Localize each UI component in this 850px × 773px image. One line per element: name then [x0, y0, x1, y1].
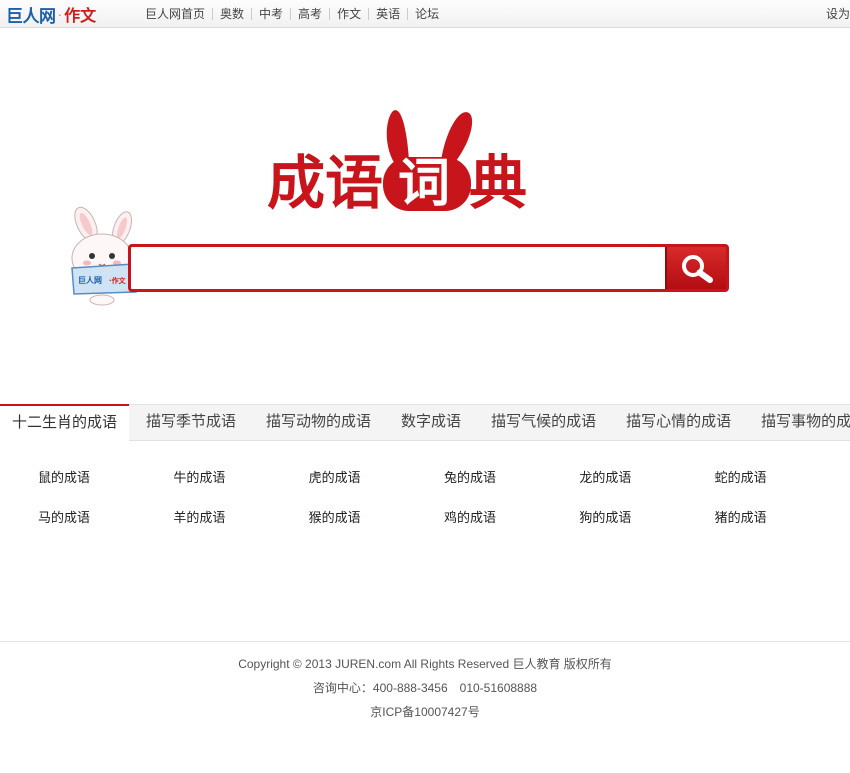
nav-link-home[interactable]: 巨人网首页 — [138, 8, 212, 20]
footer: Copyright © 2013 JUREN.com All Rights Re… — [0, 641, 850, 773]
nav-link-olympiad-math[interactable]: 奥数 — [212, 8, 251, 20]
list-item[interactable]: 猪的成语 — [715, 508, 850, 548]
brand-sub: 作文 — [64, 8, 97, 25]
search-input[interactable] — [131, 247, 665, 289]
tab-mood-idioms[interactable]: 描写心情的成语 — [617, 405, 740, 441]
tab-number-idioms[interactable]: 数字成语 — [392, 405, 470, 441]
list-item[interactable]: 猴的成语 — [309, 508, 444, 548]
logo-char-3: 词 — [398, 154, 450, 214]
nav-link-english[interactable]: 英语 — [368, 8, 407, 20]
hotline-number-1: 400-888-3456 — [372, 681, 448, 695]
list-item[interactable]: 羊的成语 — [173, 508, 308, 548]
zodiac-idiom-list: 鼠的成语 牛的成语 虎的成语 兔的成语 龙的成语 蛇的成语 马的成语 羊的成语 … — [38, 468, 850, 548]
list-item[interactable]: 兔的成语 — [444, 468, 579, 508]
list-item[interactable]: 虎的成语 — [309, 468, 444, 508]
copyright-text: Copyright © 2013 JUREN.com All Rights Re… — [238, 657, 612, 671]
tab-object-idioms[interactable]: 描写事物的成语 — [752, 405, 850, 441]
brand-main: 巨人网 — [6, 6, 56, 26]
icp-record[interactable]: 京ICP备10007427号 — [0, 700, 850, 724]
list-row: 马的成语 羊的成语 猴的成语 鸡的成语 狗的成语 猪的成语 — [38, 508, 850, 548]
list-row: 鼠的成语 牛的成语 虎的成语 兔的成语 龙的成语 蛇的成语 — [38, 468, 850, 508]
top-bar: 巨人网 · 作文 巨人网首页 奥数 中考 高考 作文 英语 论坛 设为 — [0, 0, 850, 28]
list-item[interactable]: 狗的成语 — [579, 508, 714, 548]
nav-link-gaokao[interactable]: 高考 — [290, 8, 329, 20]
idiom-dictionary-logo: 成 语 词 典 — [267, 110, 527, 215]
nav-link-forum[interactable]: 论坛 — [407, 8, 446, 20]
svg-text:·作文: ·作文 — [109, 276, 127, 285]
tab-season-idioms[interactable]: 描写季节成语 — [137, 405, 245, 441]
hotline-label: 咨询中心： — [312, 681, 373, 695]
list-item[interactable]: 鼠的成语 — [38, 468, 173, 508]
search-bar — [128, 244, 729, 292]
category-tabs: 十二生肖的成语 描写季节成语 描写动物的成语 数字成语 描写气候的成语 描写心情… — [0, 404, 850, 441]
mascot-sign-text: 巨人网 — [78, 275, 102, 285]
set-homepage-link[interactable]: 设为 — [826, 0, 850, 28]
site-logo[interactable]: 巨人网 · 作文 — [6, 3, 97, 26]
nav-link-zhongkao[interactable]: 中考 — [251, 8, 290, 20]
list-item[interactable]: 牛的成语 — [173, 468, 308, 508]
hotline-number-2: 010-51608888 — [459, 681, 538, 695]
list-item[interactable]: 龙的成语 — [579, 468, 714, 508]
hotline-line: 咨询中心：400-888-3456 010-51608888 — [0, 676, 850, 700]
tab-zodiac-idioms[interactable]: 十二生肖的成语 — [0, 404, 130, 441]
nav-link-composition[interactable]: 作文 — [329, 8, 368, 20]
search-icon — [681, 255, 713, 283]
logo-char-4: 典 — [469, 149, 527, 215]
tab-animal-idioms[interactable]: 描写动物的成语 — [257, 405, 380, 441]
list-item[interactable]: 蛇的成语 — [715, 468, 850, 508]
tab-weather-idioms[interactable]: 描写气候的成语 — [482, 405, 605, 441]
list-item[interactable]: 鸡的成语 — [444, 508, 579, 548]
search-button[interactable] — [665, 247, 726, 289]
logo-char-2: 语 — [325, 149, 383, 215]
top-nav: 巨人网首页 奥数 中考 高考 作文 英语 论坛 — [138, 0, 446, 28]
logo-char-1: 成 — [267, 149, 325, 215]
brand-dot: · — [57, 6, 63, 22]
list-item[interactable]: 马的成语 — [38, 508, 173, 548]
